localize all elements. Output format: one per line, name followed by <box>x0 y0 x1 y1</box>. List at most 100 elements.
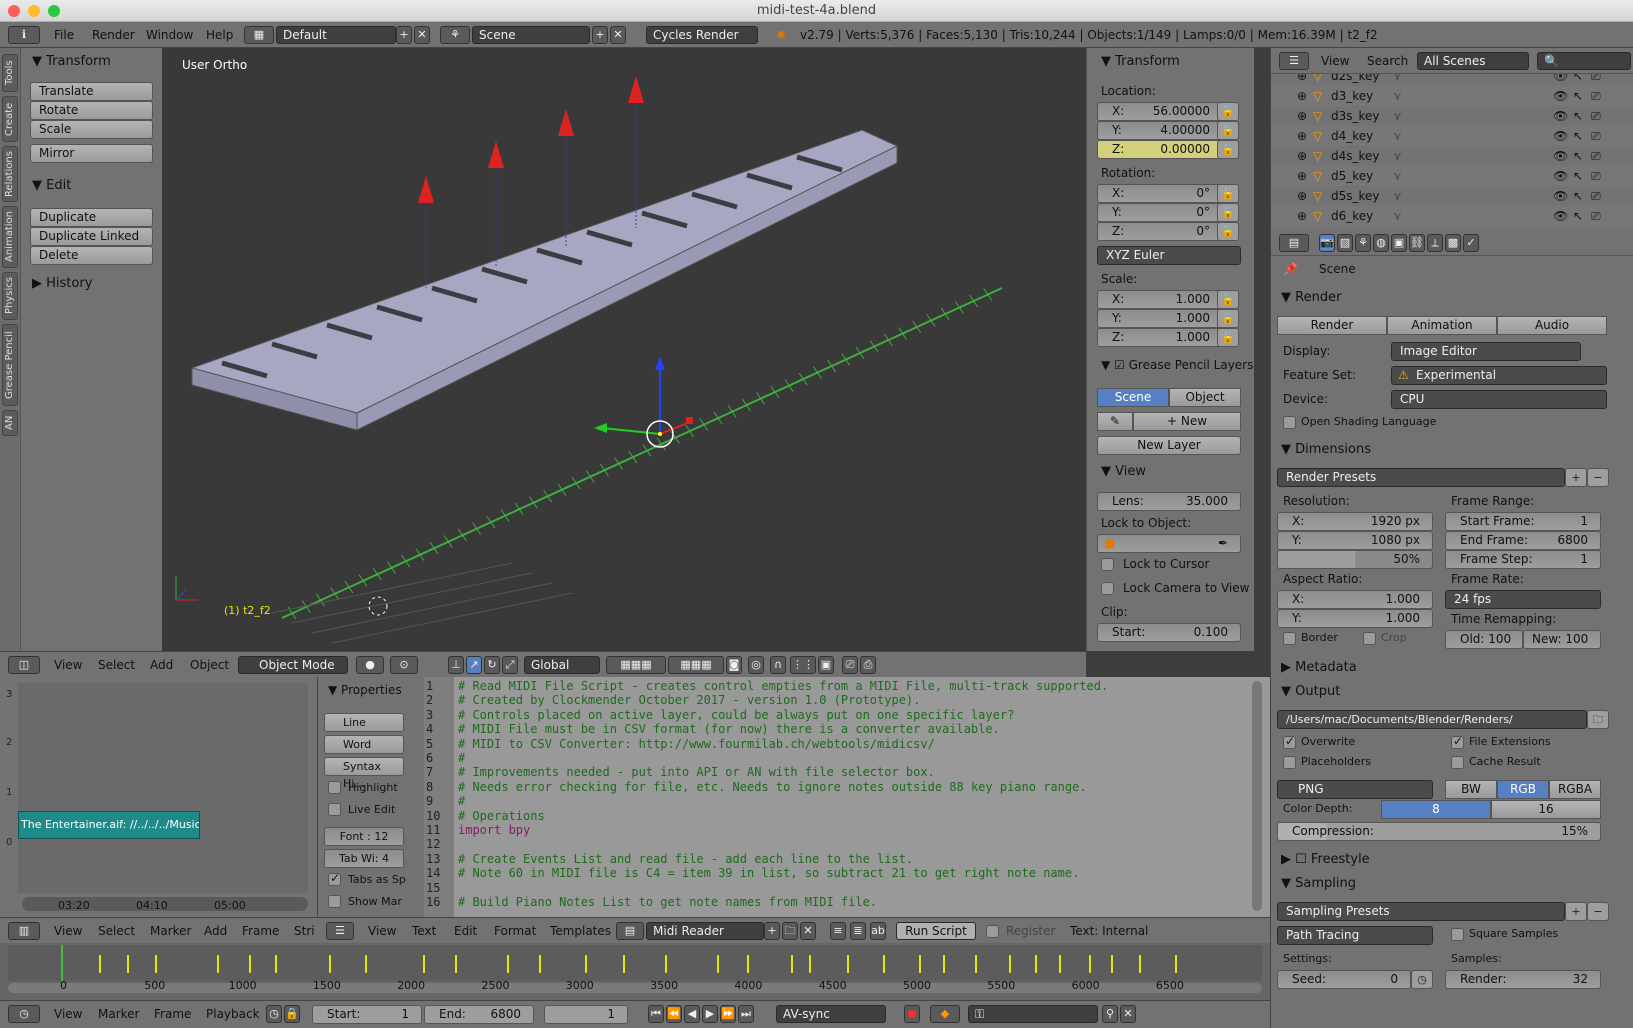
viewport-menu-object[interactable]: Object <box>190 652 229 678</box>
outliner-item-name[interactable]: d2s_key <box>1331 74 1380 86</box>
placeholders-checkbox[interactable] <box>1283 756 1296 769</box>
duplicate-linked-button[interactable]: Duplicate Linked <box>30 227 153 246</box>
timeline[interactable]: 0 500 1000 1500 2000 2500 3000 3500 4000 4500 5000… <box>0 943 1270 1000</box>
lock-icon[interactable]: 🔓 <box>1217 203 1239 222</box>
outliner-row[interactable]: ⊕ ▽ d5_key ⋎ 👁 ↖ ⎚ <box>1271 166 1633 186</box>
seq-menu-add[interactable]: Add <box>204 918 227 944</box>
text-editor[interactable]: 1 # Read MIDI File Script - creates contr… <box>424 677 1270 917</box>
render-camera-icon[interactable]: ⎚ <box>1591 126 1601 146</box>
text-datablock-icon[interactable]: ▤ <box>616 922 644 940</box>
properties-editor-icon[interactable]: ▤ <box>1279 234 1309 252</box>
jump-start-icon[interactable]: ⏮ <box>648 1005 664 1023</box>
word-wrap-toggle[interactable]: Word Wrap <box>324 735 404 768</box>
expand-icon[interactable]: ⊕ <box>1297 146 1307 166</box>
select-arrow-icon[interactable]: ↖ <box>1573 146 1583 166</box>
constraint-context-icon[interactable]: ⛓ <box>1409 234 1425 252</box>
outliner-editor-icon[interactable]: ☰ <box>1279 52 1309 70</box>
timeline-menu-marker[interactable]: Marker <box>98 1001 139 1027</box>
render-anim-icon[interactable]: ⎙ <box>860 656 876 674</box>
eye-icon[interactable]: 👁 <box>1553 106 1568 126</box>
duplicate-button[interactable]: Duplicate <box>30 208 153 227</box>
text-menu-edit[interactable]: Edit <box>454 918 477 944</box>
rgb-toggle[interactable]: RGB <box>1497 780 1549 799</box>
seq-menu-frame[interactable]: Frame <box>242 918 279 944</box>
depth-16-toggle[interactable]: 16 <box>1491 800 1601 819</box>
seq-menu-select[interactable]: Select <box>98 918 135 944</box>
text-menu-format[interactable]: Format <box>494 918 536 944</box>
close-window-icon[interactable] <box>8 5 20 17</box>
scene-context-icon[interactable]: ⚘ <box>1355 234 1371 252</box>
transform-manipulator[interactable] <box>594 356 693 448</box>
border-checkbox[interactable] <box>1283 632 1296 645</box>
audio-button[interactable]: Audio <box>1497 316 1607 335</box>
render-camera-icon[interactable]: ⎚ <box>1591 206 1601 226</box>
outliner-item-name[interactable]: d5_key <box>1331 166 1373 186</box>
location-y-field[interactable]: Y: 4.00000 <box>1097 121 1223 140</box>
text-scrollbar[interactable] <box>1252 681 1262 911</box>
rotation-y-field[interactable]: Y: 0° <box>1097 203 1223 222</box>
tab-physics[interactable]: Physics <box>2 272 18 320</box>
outliner-row[interactable]: ⊕ ▽ d3s_key ⋎ 👁 ↖ ⎚ <box>1271 106 1633 126</box>
expand-icon[interactable]: ⊕ <box>1297 106 1307 126</box>
select-arrow-icon[interactable]: ↖ <box>1573 166 1583 186</box>
lock-layers-icon[interactable]: ◙ <box>726 656 742 674</box>
gp-new-layer-button[interactable]: New Layer <box>1097 436 1241 455</box>
lens-field[interactable]: Lens: 35.000 <box>1097 492 1241 511</box>
tab-an[interactable]: AN <box>2 410 18 436</box>
audio-strip[interactable]: The Entertainer.aif: //../../../Music/T <box>18 811 200 839</box>
gp-new-button[interactable]: + New <box>1133 412 1241 431</box>
live-edit-checkbox[interactable] <box>328 803 341 816</box>
viewport-editor-icon[interactable]: ◫ <box>8 656 40 674</box>
expand-icon[interactable]: ⊕ <box>1297 206 1307 226</box>
metadata-panel-title[interactable]: ▶ Metadata <box>1281 660 1357 675</box>
select-arrow-icon[interactable]: ↖ <box>1573 186 1583 206</box>
remove-scene-icon[interactable]: ✕ <box>610 26 626 44</box>
proportional-icon[interactable]: ◎ <box>748 656 764 674</box>
mode-select[interactable]: Object Mode <box>238 656 348 674</box>
texture-context-icon[interactable]: ▩ <box>1445 234 1461 252</box>
viewport-menu-select[interactable]: Select <box>98 652 135 678</box>
code-line[interactable]: # Created by Clockmender October 2017 - … <box>458 693 920 707</box>
text-editor-icon[interactable]: ☰ <box>326 922 354 940</box>
run-script-button[interactable]: Run Script <box>896 922 976 940</box>
layout-icon[interactable]: ▦ <box>244 26 274 44</box>
outliner-item-name[interactable]: d3_key <box>1331 86 1373 106</box>
syntax-icon[interactable]: ab <box>870 922 886 940</box>
data-context-icon[interactable]: ⟂ <box>1427 234 1443 252</box>
n-transform-title[interactable]: ▼ Transform <box>1101 54 1180 69</box>
rotate-button[interactable]: Rotate <box>30 101 153 120</box>
dimensions-panel-title[interactable]: ▼ Dimensions <box>1281 442 1371 457</box>
code-area[interactable]: 1 # Read MIDI File Script - creates contr… <box>424 679 1264 915</box>
render-context-icon[interactable]: 📷 <box>1319 234 1335 252</box>
layers-grid2-icon[interactable]: ▦▦▦ <box>668 656 724 674</box>
rgba-toggle[interactable]: RGBA <box>1549 780 1601 799</box>
sampling-panel-title[interactable]: ▼ Sampling <box>1281 876 1356 891</box>
scale-z-field[interactable]: Z: 1.000 <box>1097 328 1223 347</box>
tab-relations[interactable]: Relations <box>2 146 18 202</box>
location-z-field[interactable]: Z: 0.00000 <box>1097 140 1223 159</box>
font-size-field[interactable]: Font : 12 <box>324 827 404 846</box>
show-margin-checkbox[interactable] <box>328 895 341 908</box>
keying-icon[interactable]: ◆ <box>930 1005 960 1023</box>
tab-width-field[interactable]: Tab Wi: 4 <box>324 849 404 868</box>
text-menu-templates[interactable]: Templates <box>550 918 611 944</box>
keying-set-select[interactable]: ⚿ <box>968 1005 1098 1023</box>
animation-button[interactable]: Animation <box>1387 316 1497 335</box>
unlink-text-icon[interactable]: ✕ <box>800 922 816 940</box>
render-engine-select[interactable]: Cycles Render <box>646 26 758 44</box>
add-scene-icon[interactable]: + <box>592 26 608 44</box>
opengl-render-icon[interactable]: ▣ <box>818 656 834 674</box>
render-presets-select[interactable]: Render Presets <box>1277 468 1565 487</box>
rotate-manip-icon[interactable]: ↻ <box>484 656 500 674</box>
jump-end-icon[interactable]: ⏭ <box>738 1005 754 1023</box>
code-line[interactable]: # <box>458 751 465 765</box>
add-layout-icon[interactable]: + <box>396 26 412 44</box>
scale-button[interactable]: Scale <box>30 120 153 139</box>
outliner-row[interactable]: ⊕ ▽ d5s_key ⋎ 👁 ↖ ⎚ <box>1271 186 1633 206</box>
edit-panel-title[interactable]: ▼ Edit <box>32 178 71 193</box>
integrator-select[interactable]: Path Tracing <box>1277 926 1433 945</box>
mirror-button[interactable]: Mirror <box>30 144 153 163</box>
file-format-select[interactable]: PNG <box>1277 780 1433 799</box>
outliner-row[interactable]: ⊕ ▽ d6_key ⋎ 👁 ↖ ⎚ <box>1271 206 1633 226</box>
lock-icon[interactable]: 🔓 <box>1217 121 1239 140</box>
